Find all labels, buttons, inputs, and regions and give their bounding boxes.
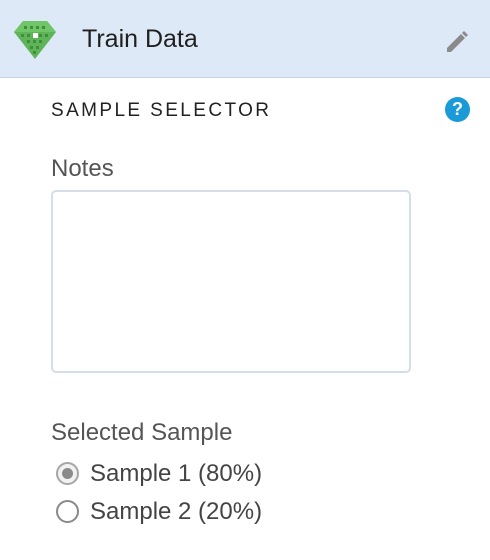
radio-dot	[62, 468, 73, 479]
section-title: SAMPLE SELECTOR	[51, 100, 272, 121]
selected-sample-label: Selected Sample	[51, 419, 233, 446]
question-mark-icon[interactable]: ?	[445, 97, 470, 122]
radio-label-sample-1: Sample 1 (80%)	[90, 460, 263, 487]
pencil-icon[interactable]	[444, 29, 470, 55]
node-title: Train Data	[82, 25, 198, 53]
radio-button-checked[interactable]	[56, 462, 79, 485]
radio-label-sample-2: Sample 2 (20%)	[90, 498, 263, 525]
gem-icon	[14, 21, 56, 59]
radio-button-unchecked[interactable]	[56, 500, 79, 523]
notes-textarea[interactable]	[51, 190, 411, 373]
node-header: Train Data	[0, 0, 490, 78]
notes-label: Notes	[51, 155, 114, 182]
